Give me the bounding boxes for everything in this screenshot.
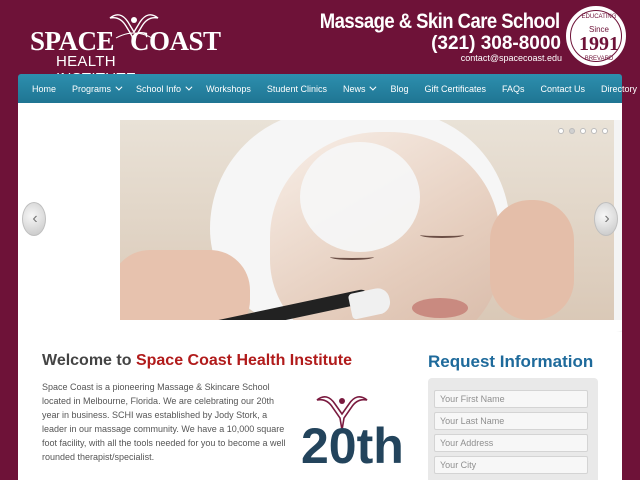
school-title: Massage & Skin Care School — [320, 10, 560, 33]
nav-item-label: FAQs — [502, 83, 525, 94]
nav-item-label: News — [342, 83, 366, 94]
hero-photo-eye-right — [420, 232, 464, 238]
nav-item-workshops[interactable]: Workshops — [198, 84, 259, 94]
nav-item-label: Gift Certificates — [424, 83, 486, 94]
nav-item-label: Home — [32, 83, 57, 94]
nav-item-programs[interactable]: Programs — [64, 84, 128, 94]
slider-next-button[interactable]: › — [594, 202, 618, 236]
chevron-right-icon: › — [604, 210, 610, 227]
seal-top-text: EDUCATING — [581, 14, 617, 20]
nav-item-label: Directory — [601, 83, 638, 94]
hero-photo-hand-right — [490, 200, 574, 320]
address-input[interactable] — [434, 434, 588, 452]
nav-item-news[interactable]: News — [335, 84, 383, 94]
chevron-down-icon — [115, 83, 123, 91]
chevron-left-icon: ‹ — [32, 210, 38, 227]
nav-item-contact-us[interactable]: Contact Us — [533, 84, 594, 94]
slider-dot[interactable] — [591, 128, 597, 134]
slider-dot[interactable] — [558, 128, 564, 134]
nav-item-school-info[interactable]: School Info — [128, 84, 198, 94]
welcome-school-name: Space Coast Health Institute — [135, 352, 352, 369]
nav-item-home[interactable]: Home — [24, 84, 64, 94]
nav-item-label: Workshops — [206, 83, 251, 94]
slider-bottom-curve — [24, 320, 622, 340]
slider-dot[interactable] — [602, 128, 608, 134]
seal-year: 1991 — [579, 33, 619, 55]
since-1991-seal: EDUCATING Since 1991 BREVARD — [566, 6, 626, 66]
chevron-down-icon — [369, 83, 377, 91]
welcome-prefix: Welcome to — [42, 352, 132, 369]
welcome-description: Space Coast is a pioneering Massage & Sk… — [42, 382, 286, 462]
phone-number[interactable]: (321) 308-8000 — [431, 33, 561, 55]
nav-item-gift-certificates[interactable]: Gift Certificates — [416, 84, 494, 94]
nav-item-label: Blog — [390, 83, 409, 94]
slider-prev-button[interactable]: ‹ — [22, 202, 46, 236]
hero-photo-face-mask — [300, 142, 420, 252]
main-navigation: Home Programs School Info Workshops Student … — [18, 74, 637, 103]
nav-item-directory[interactable]: Directory — [593, 84, 640, 94]
hero-photo-lips — [412, 298, 468, 318]
nav-item-faqs[interactable]: FAQs — [494, 84, 533, 94]
hero-slider[interactable] — [120, 120, 614, 332]
nav-item-student-clinics[interactable]: Student Clinics — [259, 84, 335, 94]
nav-item-label: Student Clinics — [266, 83, 327, 94]
city-input[interactable] — [434, 456, 588, 474]
site-header: SPACE COAST HEALTH INSTITUTE Massage & S… — [0, 0, 640, 87]
request-info-title: Request Information — [428, 352, 594, 371]
slider-dot[interactable] — [569, 128, 575, 134]
seal-ring: EDUCATING Since 1991 BREVARD — [570, 10, 622, 62]
nav-item-label: School Info — [136, 83, 182, 94]
first-name-input[interactable] — [434, 390, 588, 408]
anniversary-badge: 20th — [301, 418, 404, 474]
welcome-heading: Welcome to Space Coast Health Institute — [42, 352, 352, 370]
nav-item-label: Programs — [72, 83, 112, 94]
seal-bottom-text: BREVARD — [584, 56, 614, 62]
site-logo[interactable]: SPACE COAST HEALTH INSTITUTE — [28, 6, 221, 87]
slider-pagination — [558, 128, 608, 134]
last-name-input[interactable] — [434, 412, 588, 430]
slider-dot[interactable] — [580, 128, 586, 134]
nav-item-blog[interactable]: Blog — [382, 84, 416, 94]
hero-photo-eye-left — [330, 254, 374, 260]
contact-email[interactable]: contact@spacecoast.edu — [461, 53, 562, 63]
nav-item-label: Contact Us — [540, 83, 586, 94]
chevron-down-icon — [185, 83, 193, 91]
